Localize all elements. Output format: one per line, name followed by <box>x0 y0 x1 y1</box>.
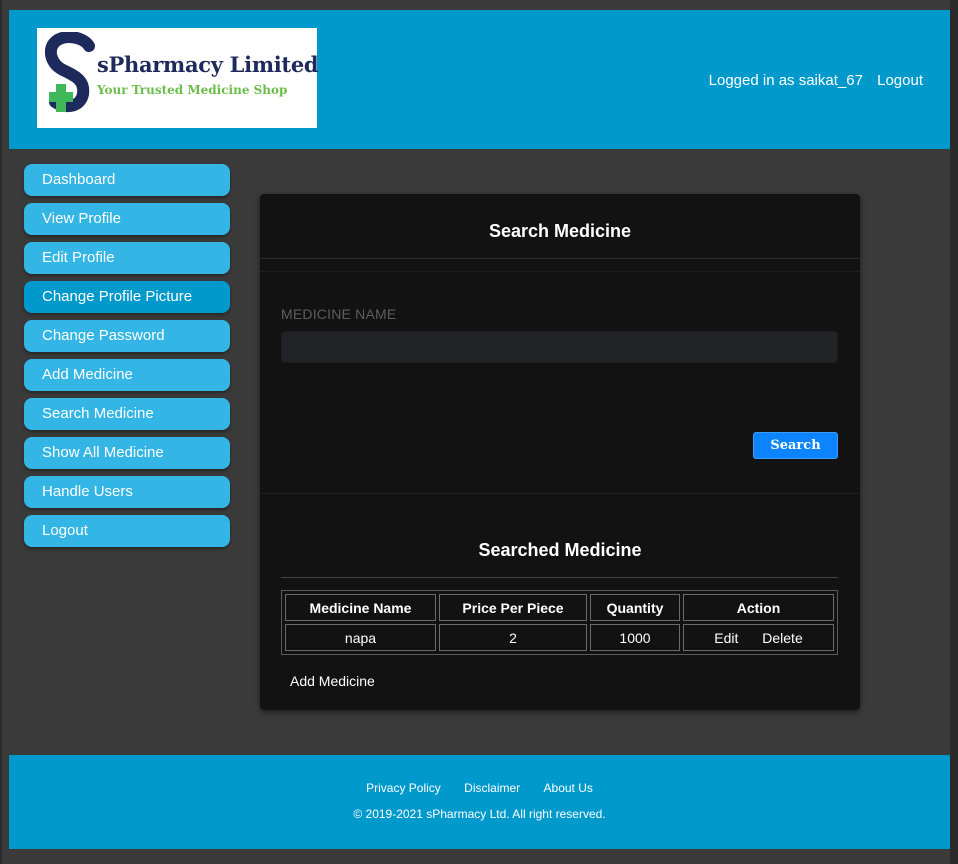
about-us-link[interactable]: About Us <box>544 781 593 795</box>
header-logout-link[interactable]: Logout <box>877 72 923 89</box>
divider <box>281 577 838 578</box>
add-medicine-link[interactable]: Add Medicine <box>290 673 375 689</box>
sidebar-item-add-medicine[interactable]: Add Medicine <box>24 359 230 391</box>
divider <box>260 493 860 494</box>
logged-in-label: Logged in as saikat_67 <box>708 72 863 89</box>
window-edge-right <box>950 0 958 864</box>
site-header: sPharmacy Limited Your Trusted Medicine … <box>9 10 950 149</box>
delete-link[interactable]: Delete <box>762 630 802 646</box>
sidebar-item-change-password[interactable]: Change Password <box>24 320 230 352</box>
cell-medicine-name: napa <box>285 624 436 651</box>
sidebar-item-logout[interactable]: Logout <box>24 515 230 547</box>
column-header-price: Price Per Piece <box>439 594 587 621</box>
edit-link[interactable]: Edit <box>714 630 738 646</box>
site-footer: Privacy Policy Disclaimer About Us © 201… <box>9 755 950 849</box>
search-medicine-panel: Search Medicine MEDICINE NAME Search Sea… <box>260 194 860 710</box>
sidebar-item-edit-profile[interactable]: Edit Profile <box>24 242 230 274</box>
cell-action: Edit Delete <box>683 624 834 651</box>
privacy-policy-link[interactable]: Privacy Policy <box>366 781 441 795</box>
sidebar-item-dashboard[interactable]: Dashboard <box>24 164 230 196</box>
brand-logo[interactable]: sPharmacy Limited Your Trusted Medicine … <box>37 28 319 128</box>
column-header-quantity: Quantity <box>590 594 680 621</box>
divider <box>260 271 860 272</box>
sidebar-item-show-all-medicine[interactable]: Show All Medicine <box>24 437 230 469</box>
divider <box>260 258 860 259</box>
table-row: napa 2 1000 Edit Delete <box>285 624 834 651</box>
cell-quantity: 1000 <box>590 624 680 651</box>
sidebar-item-search-medicine[interactable]: Search Medicine <box>24 398 230 430</box>
medicine-name-label: MEDICINE NAME <box>281 306 397 322</box>
table-header-row: Medicine Name Price Per Piece Quantity A… <box>285 594 834 621</box>
results-table: Medicine Name Price Per Piece Quantity A… <box>281 590 838 655</box>
panel-title: Search Medicine <box>488 221 632 241</box>
sidebar-item-handle-users[interactable]: Handle Users <box>24 476 230 508</box>
sidebar-nav: Dashboard View Profile Edit Profile Chan… <box>24 164 230 554</box>
copyright-text: © 2019-2021 sPharmacy Ltd. All right res… <box>353 807 606 821</box>
window-edge-left <box>0 0 2 864</box>
column-header-action: Action <box>683 594 834 621</box>
cell-price: 2 <box>439 624 587 651</box>
sidebar-item-change-profile-picture[interactable]: Change Profile Picture <box>24 281 230 313</box>
disclaimer-link[interactable]: Disclaimer <box>464 781 520 795</box>
column-header-medicine-name: Medicine Name <box>285 594 436 621</box>
brand-name: sPharmacy Limited <box>97 52 319 77</box>
pharmacy-logo-icon <box>45 32 95 113</box>
brand-tagline: Your Trusted Medicine Shop <box>97 83 288 97</box>
results-title: Searched Medicine <box>478 540 642 560</box>
search-button[interactable]: Search <box>753 432 838 459</box>
footer-links: Privacy Policy Disclaimer About Us <box>9 781 950 795</box>
medicine-name-input[interactable] <box>281 331 838 363</box>
user-status: Logged in as saikat_67 Logout <box>709 72 923 89</box>
sidebar-item-view-profile[interactable]: View Profile <box>24 203 230 235</box>
